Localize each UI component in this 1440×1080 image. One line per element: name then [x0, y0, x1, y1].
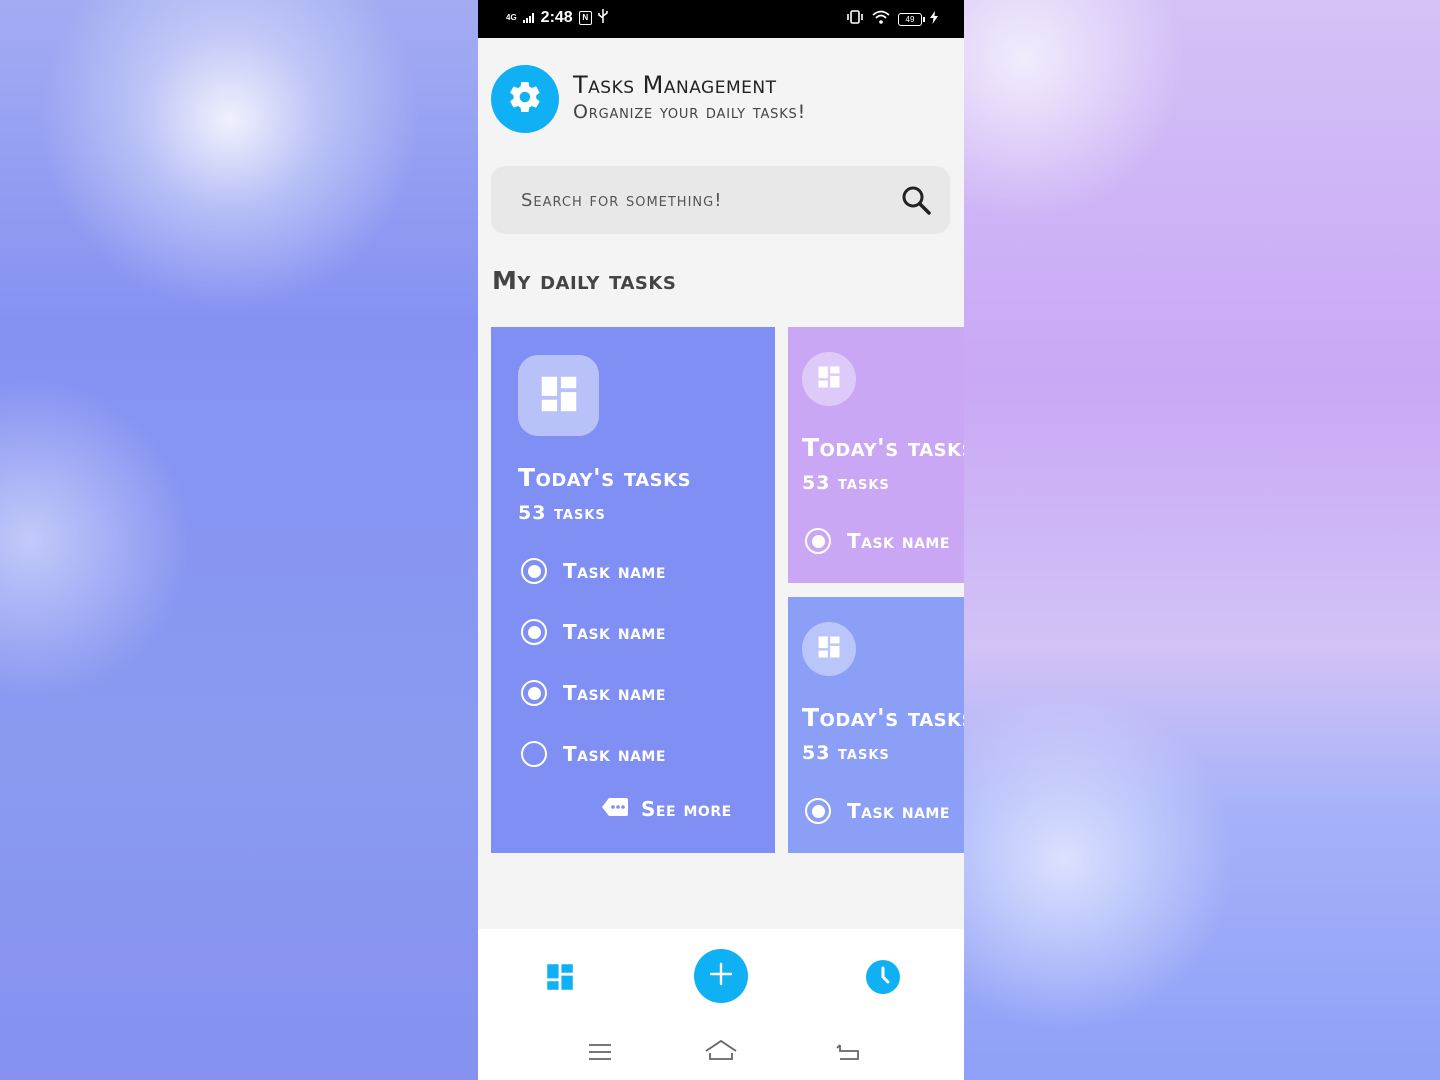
menu-icon[interactable] [588, 1043, 612, 1065]
see-more-label: See more [641, 797, 732, 821]
background-right [964, 0, 1440, 1080]
system-nav-bar [478, 1037, 964, 1067]
dashboard-tile [802, 622, 856, 676]
task-label: Task name [847, 799, 950, 823]
app-title: Tasks Management [573, 71, 777, 99]
usb-icon [597, 9, 608, 27]
task-label: Task name [563, 559, 666, 583]
status-bar: 4G 2:48 N 49 [478, 0, 964, 38]
dashboard-tile [518, 355, 599, 436]
task-card-main[interactable]: Today's tasks 53 tasks Task name Task na… [491, 327, 775, 853]
task-label: Task name [563, 742, 666, 766]
bottom-nav [478, 929, 964, 1080]
radio-checked-icon[interactable] [805, 528, 831, 554]
task-item[interactable]: Task name [805, 528, 950, 554]
task-label: Task name [563, 620, 666, 644]
status-time: 2:48 [540, 9, 573, 26]
search-icon[interactable] [900, 184, 932, 220]
app-header: Tasks Management Organize your daily tas… [491, 65, 951, 133]
charging-icon [930, 10, 938, 29]
task-label: Task name [563, 681, 666, 705]
wifi-icon [872, 10, 890, 29]
task-item[interactable]: Task name [521, 741, 666, 767]
see-more-button[interactable]: See more [601, 797, 732, 821]
radio-checked-icon[interactable] [521, 558, 547, 584]
dashboard-tile [802, 352, 856, 406]
back-icon[interactable] [836, 1041, 862, 1065]
notification-icon: N [578, 11, 592, 25]
dashboard-icon [815, 633, 843, 665]
card-title: Today's tasks [518, 463, 692, 492]
card-count: 53 tasks [802, 742, 890, 764]
dashboard-icon [536, 371, 582, 421]
task-label: Task name [847, 529, 950, 553]
radio-unchecked-icon[interactable] [521, 741, 547, 767]
card-count: 53 tasks [802, 472, 890, 494]
radio-checked-icon[interactable] [521, 619, 547, 645]
battery-icon: 49 [898, 13, 925, 26]
card-title: Today's tasks [802, 433, 964, 462]
background-left [0, 0, 478, 1080]
task-card-3[interactable]: Today's tasks 53 tasks Task name [788, 597, 964, 853]
phone-screen: 4G 2:48 N 49 Tasks Management Organize y… [478, 0, 964, 1080]
dashboard-icon [815, 363, 843, 395]
clock-icon[interactable] [865, 959, 901, 999]
network-indicator: 4G [506, 13, 517, 22]
task-item[interactable]: Task name [521, 619, 666, 645]
settings-button[interactable] [491, 65, 559, 133]
gear-icon [507, 79, 543, 119]
dashboard-icon[interactable] [543, 960, 577, 998]
app-subtitle: Organize your daily tasks! [573, 101, 806, 123]
add-icon [709, 962, 733, 990]
card-title: Today's tasks [802, 703, 964, 732]
card-count: 53 tasks [518, 502, 606, 524]
task-item[interactable]: Task name [805, 798, 950, 824]
section-title: My daily tasks [492, 266, 677, 295]
search-bar [491, 166, 950, 234]
task-item[interactable]: Task name [521, 680, 666, 706]
task-item[interactable]: Task name [521, 558, 666, 584]
home-icon[interactable] [704, 1039, 738, 1065]
radio-checked-icon[interactable] [521, 680, 547, 706]
more-tag-icon [601, 797, 629, 821]
radio-checked-icon[interactable] [805, 798, 831, 824]
vibrate-icon [846, 10, 864, 29]
signal-icon [522, 10, 535, 27]
task-card-2[interactable]: Today's tasks 53 tasks Task name [788, 327, 964, 583]
search-input[interactable] [519, 188, 883, 212]
add-task-button[interactable] [694, 949, 748, 1003]
